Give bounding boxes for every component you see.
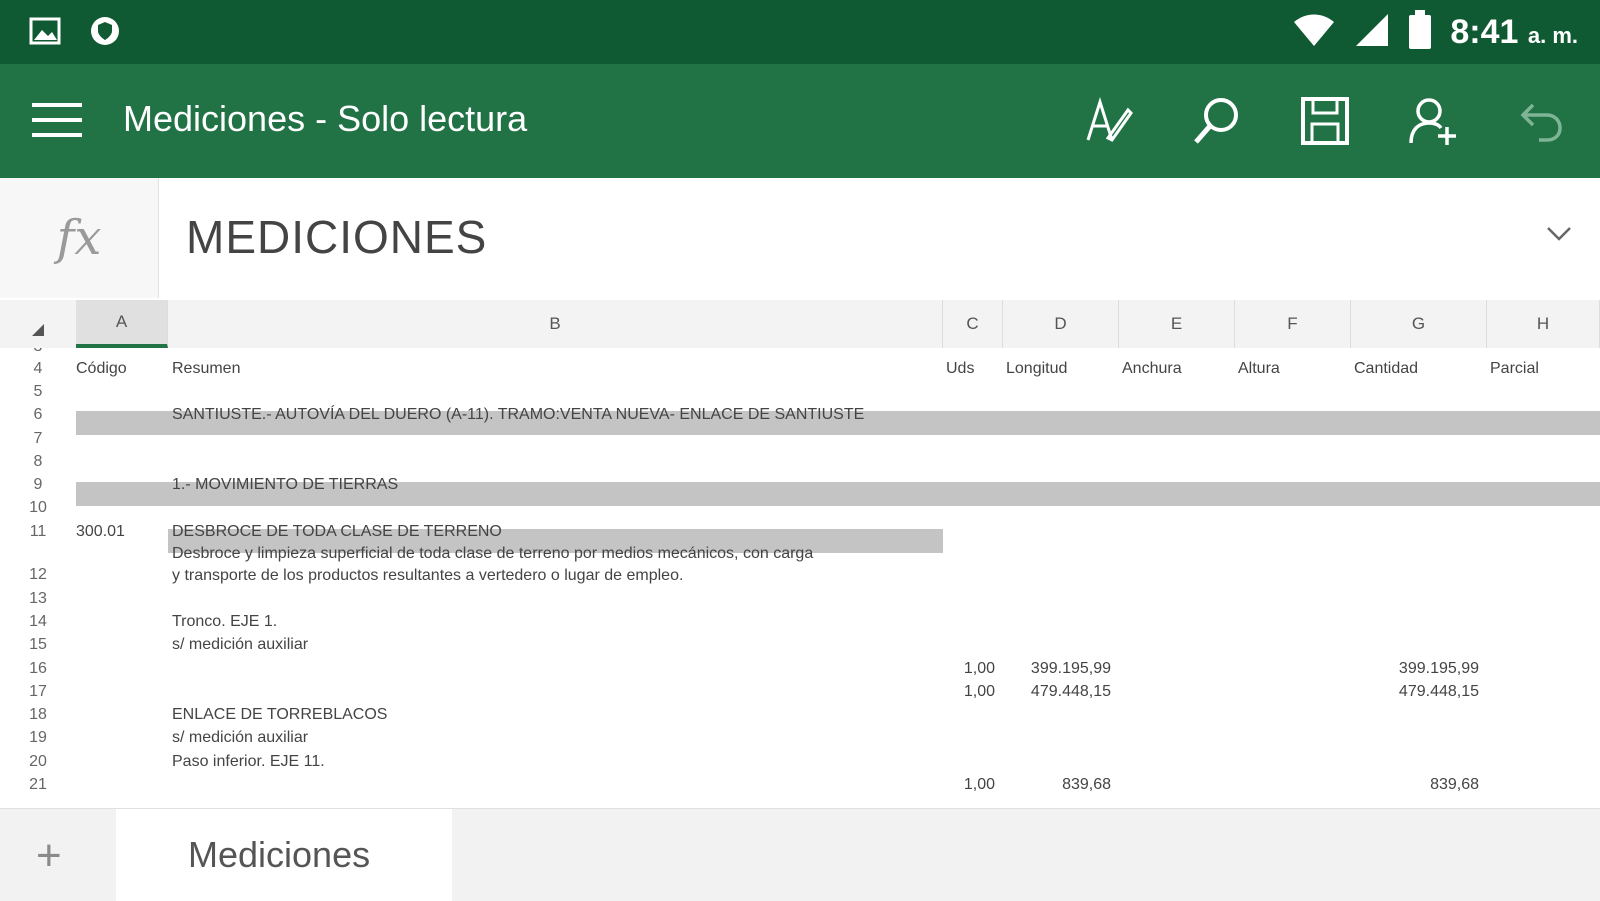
project-title-cell[interactable]: SANTIUSTE.- AUTOVÍA DEL DUERO (A-11). TR… [172, 406, 864, 424]
row-number[interactable]: 3 [0, 348, 76, 356]
row-number[interactable]: 4 [0, 360, 76, 378]
row-number[interactable]: 10 [0, 499, 76, 517]
add-sheet-button[interactable]: + [36, 831, 62, 881]
sheet-tab-mediciones[interactable]: Mediciones [116, 809, 452, 901]
column-header-a[interactable]: A [76, 300, 168, 348]
share-button[interactable] [1404, 92, 1462, 150]
row-number[interactable]: 11 [0, 523, 76, 541]
row-number[interactable]: 14 [0, 613, 76, 631]
shield-notification-icon [88, 14, 122, 53]
measurement-note-cell[interactable]: s/ medición auxiliar [172, 636, 308, 654]
longitud-cell[interactable]: 399.195,99 [1003, 660, 1111, 678]
clock: 8:41 a. m. [1450, 13, 1578, 52]
formula-bar: fx MEDICIONES [0, 178, 1600, 302]
measurement-label-cell[interactable]: Tronco. EJE 1. [172, 613, 277, 631]
row-number[interactable]: 12 [0, 566, 76, 584]
app-bar: Mediciones - Solo lectura [0, 64, 1600, 178]
signal-icon [1354, 12, 1390, 53]
item-code-cell[interactable]: 300.01 [76, 523, 125, 541]
uds-cell[interactable]: 1,00 [943, 660, 995, 678]
clock-ampm: a. m. [1527, 23, 1578, 48]
uds-cell[interactable]: 1,00 [943, 683, 995, 701]
row-number[interactable]: 6 [0, 406, 76, 424]
wifi-icon [1292, 12, 1336, 53]
select-all-corner-icon[interactable] [30, 322, 46, 343]
row-number[interactable]: 18 [0, 706, 76, 724]
fx-icon[interactable]: fx [0, 178, 159, 298]
section-title-cell[interactable]: 1.- MOVIMIENTO DE TIERRAS [172, 476, 398, 494]
measurement-note-cell[interactable]: s/ medición auxiliar [172, 729, 308, 747]
sheet-tab-bar: + Mediciones [0, 808, 1600, 901]
longitud-cell[interactable]: 479.448,15 [1003, 683, 1111, 701]
column-header-f[interactable]: F [1235, 300, 1351, 348]
item-description-line-2[interactable]: y transporte de los productos resultante… [172, 567, 683, 585]
formula-input[interactable]: MEDICIONES [186, 210, 487, 264]
row-number[interactable]: 5 [0, 383, 76, 401]
spreadsheet-grid[interactable]: 3 4 5 6 7 8 9 10 11 12 13 14 15 16 17 18… [0, 348, 1600, 808]
header-longitud[interactable]: Longitud [1006, 360, 1067, 378]
header-resumen[interactable]: Resumen [172, 360, 240, 378]
status-bar: 8:41 a. m. [0, 0, 1600, 64]
row-number[interactable]: 19 [0, 729, 76, 747]
text-format-button[interactable] [1080, 92, 1138, 150]
row-number[interactable]: 15 [0, 636, 76, 654]
battery-icon [1408, 10, 1432, 55]
cantidad-cell[interactable]: 839,68 [1351, 776, 1479, 794]
row-number[interactable]: 9 [0, 476, 76, 494]
cantidad-cell[interactable]: 399.195,99 [1351, 660, 1479, 678]
column-header-g[interactable]: G [1351, 300, 1487, 348]
measurement-label-cell[interactable]: Paso inferior. EJE 11. [172, 753, 325, 771]
row-number[interactable]: 21 [0, 776, 76, 794]
document-title: Mediciones - Solo lectura [123, 98, 528, 139]
undo-button[interactable] [1512, 92, 1570, 150]
chevron-down-icon[interactable] [1546, 226, 1572, 247]
header-cantidad[interactable]: Cantidad [1354, 360, 1418, 378]
header-uds[interactable]: Uds [946, 360, 974, 378]
column-header-d[interactable]: D [1003, 300, 1119, 348]
row-number[interactable]: 20 [0, 753, 76, 771]
column-header-h[interactable]: H [1487, 300, 1600, 348]
text-format-icon [1086, 97, 1133, 142]
measurement-label-cell[interactable]: ENLACE DE TORREBLACOS [172, 706, 387, 724]
add-person-icon [1409, 98, 1456, 145]
row-number[interactable]: 16 [0, 660, 76, 678]
search-icon [1194, 98, 1238, 144]
save-button[interactable] [1296, 92, 1354, 150]
save-icon [1301, 97, 1349, 145]
column-header-c[interactable]: C [943, 300, 1003, 348]
row-number[interactable]: 17 [0, 683, 76, 701]
header-codigo[interactable]: Código [76, 360, 127, 378]
cantidad-cell[interactable]: 479.448,15 [1351, 683, 1479, 701]
header-altura[interactable]: Altura [1238, 360, 1280, 378]
row-number[interactable]: 8 [0, 453, 76, 471]
item-title-cell[interactable]: DESBROCE DE TODA CLASE DE TERRENO [172, 523, 502, 541]
header-parcial[interactable]: Parcial [1490, 360, 1539, 378]
uds-cell[interactable]: 1,00 [943, 776, 995, 794]
gallery-notification-icon [28, 14, 62, 53]
row-number[interactable]: 7 [0, 430, 76, 448]
item-description-line-1[interactable]: Desbroce y limpieza superficial de toda … [172, 545, 813, 563]
longitud-cell[interactable]: 839,68 [1003, 776, 1111, 794]
row-number[interactable]: 13 [0, 590, 76, 608]
undo-icon [1520, 103, 1562, 142]
column-header-b[interactable]: B [168, 300, 943, 348]
column-header-e[interactable]: E [1119, 300, 1235, 348]
header-anchura[interactable]: Anchura [1122, 360, 1182, 378]
clock-time: 8:41 [1450, 13, 1519, 51]
hamburger-menu-icon[interactable] [30, 100, 84, 140]
search-button[interactable] [1188, 92, 1246, 150]
column-headers: A B C D E F G H [0, 300, 1600, 349]
